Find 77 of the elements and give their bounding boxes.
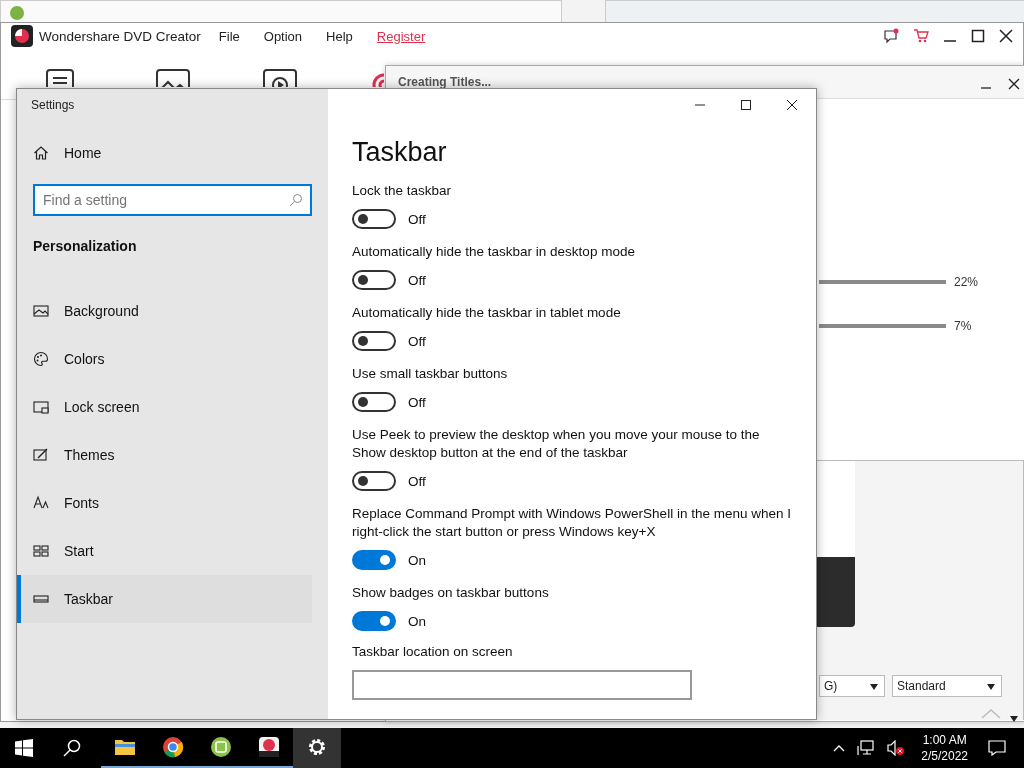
nav-item[interactable]: Start	[17, 527, 312, 575]
toggle-state: Off	[408, 394, 426, 410]
clock-date[interactable]: 2/5/2022	[921, 748, 968, 764]
close-icon[interactable]	[999, 29, 1013, 43]
maximize-icon[interactable]	[971, 29, 985, 43]
app-title: Wondershare DVD Creator	[39, 28, 201, 44]
toggle-switch[interactable]	[352, 209, 396, 229]
search-field[interactable]: Find a setting	[33, 184, 312, 216]
brush-icon	[33, 447, 49, 463]
video-icon[interactable]	[263, 69, 297, 87]
home-icon	[33, 145, 49, 161]
document-icon[interactable]	[46, 69, 76, 87]
toggle-state: On	[408, 552, 426, 568]
section-heading: Personalization	[33, 238, 138, 254]
nav-item[interactable]: Colors	[17, 335, 312, 383]
register-link[interactable]: Register	[376, 28, 426, 44]
toggle-switch[interactable]	[352, 331, 396, 351]
toggle-state: Off	[408, 272, 426, 288]
speaker-muted-icon[interactable]	[887, 740, 906, 756]
option-label: Use small taskbar buttons	[352, 365, 509, 383]
scroll-down-icon[interactable]	[1009, 715, 1019, 723]
toggle-switch[interactable]	[352, 270, 396, 290]
progress-reading: 7%	[954, 319, 972, 333]
menu-item[interactable]: Help	[326, 28, 353, 44]
nav-item[interactable]: Fonts	[17, 479, 312, 527]
nav-item[interactable]: Taskbar	[17, 575, 312, 623]
toggle-switch[interactable]	[352, 392, 396, 412]
window-title: Settings	[31, 98, 76, 112]
dropdown[interactable]: G)	[819, 675, 885, 697]
maximize-icon[interactable]	[740, 99, 752, 111]
picture-frame-icon	[33, 303, 49, 319]
toggle-state: On	[408, 613, 426, 629]
image-icon[interactable]	[156, 69, 190, 87]
home-nav-item[interactable]: Home	[33, 138, 312, 168]
network-icon[interactable]	[857, 740, 876, 756]
search-icon	[289, 193, 303, 207]
close-icon[interactable]	[786, 99, 798, 111]
option-label: Replace Command Prompt with Windows PowerShell in the menu when I right-click the start button or press Windows key+X	[352, 505, 792, 541]
toggle-state: Off	[408, 333, 426, 349]
dialog-title: Creating Titles...	[398, 75, 492, 89]
nav-item[interactable]: Lock screen	[17, 383, 312, 431]
nav-item[interactable]: Background	[17, 287, 312, 335]
monitor-icon	[33, 399, 49, 415]
dropdown[interactable]: Standard	[892, 675, 1002, 697]
cart-icon[interactable]	[913, 28, 929, 44]
option-label: Use Peek to preview the desktop when you move your mouse to the Show desktop button at the end of the taskbar	[352, 426, 761, 462]
menu-item[interactable]: Option	[263, 28, 303, 44]
page-title: Taskbar	[352, 137, 448, 168]
toggle-state: Off	[408, 473, 426, 489]
message-icon[interactable]	[883, 28, 899, 44]
app-icon	[9, 5, 25, 21]
toggle-switch[interactable]	[352, 550, 396, 570]
progress-reading: 22%	[954, 275, 979, 289]
toggle-switch[interactable]	[352, 471, 396, 491]
disc-app-icon	[257, 735, 281, 759]
option-label: Automatically hide the taskbar in tablet mode	[352, 304, 622, 322]
disc-logo-icon	[11, 25, 33, 47]
taskbar-button[interactable]	[293, 728, 341, 768]
option-label: Automatically hide the taskbar in desktop mode	[352, 243, 636, 261]
toggle-state: Off	[408, 211, 426, 227]
grid-icon	[33, 543, 49, 559]
option-label: Taskbar location on screen	[352, 643, 514, 661]
windows-start-icon[interactable]	[15, 739, 33, 757]
toggle-switch[interactable]	[352, 611, 396, 631]
option-label: Lock the taskbar	[352, 182, 453, 200]
menu-item[interactable]: File	[218, 28, 240, 44]
notification-icon[interactable]	[988, 740, 1006, 756]
search-icon[interactable]	[63, 739, 81, 757]
nav-item[interactable]: Themes	[17, 431, 312, 479]
close-icon[interactable]	[1008, 78, 1020, 90]
app-icon	[209, 735, 233, 759]
option-label: Show badges on taskbar buttons	[352, 584, 550, 602]
font-icon	[33, 495, 49, 511]
browser-icon	[161, 735, 185, 759]
location-dropdown[interactable]	[352, 670, 692, 700]
palette-icon	[33, 351, 49, 367]
clock-time[interactable]: 1:00 AM	[922, 732, 967, 748]
